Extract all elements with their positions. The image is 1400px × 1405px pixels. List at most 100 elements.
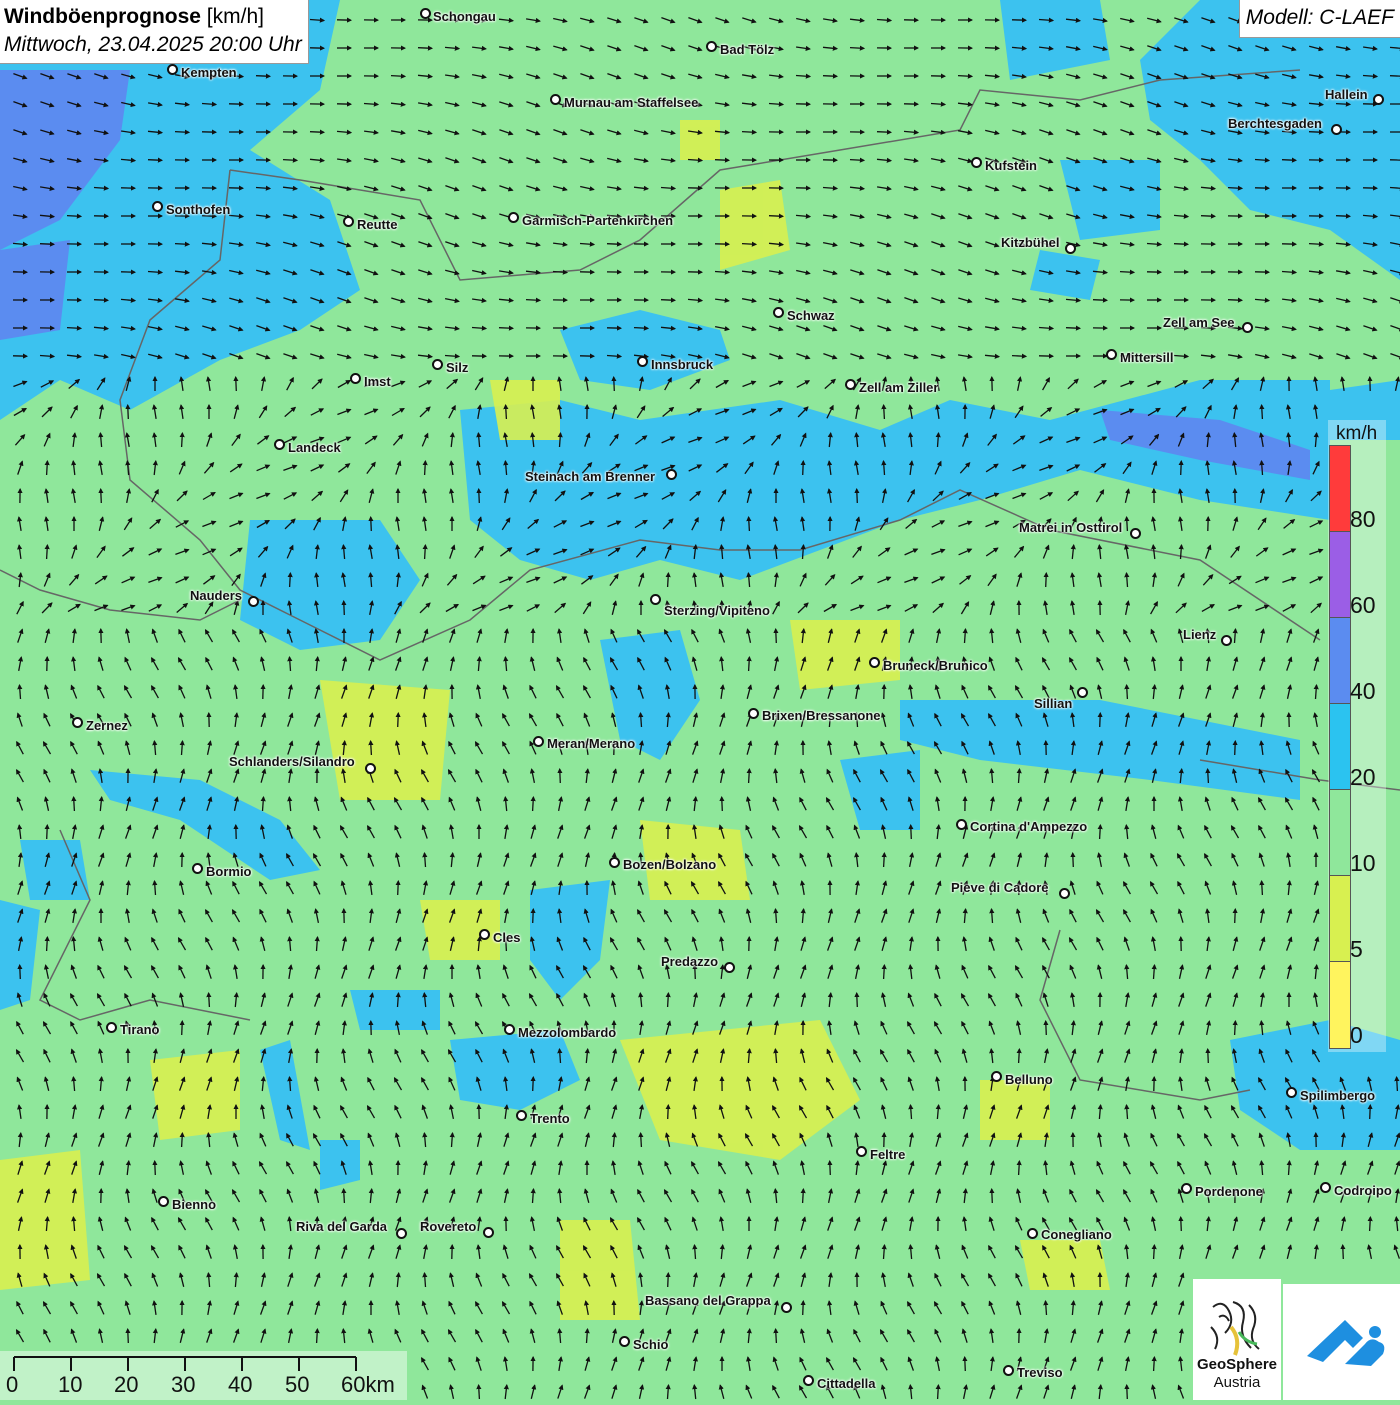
wind-arrow xyxy=(803,1189,804,1203)
wind-arrow xyxy=(1127,1385,1128,1399)
city-label: Meran/Merano xyxy=(547,736,635,751)
city-label: Codroipo xyxy=(1334,1183,1392,1198)
city-marker xyxy=(706,41,717,52)
wind-arrow xyxy=(641,1133,642,1147)
wind-arrow xyxy=(877,132,891,133)
city-marker xyxy=(1003,1365,1014,1376)
wind-arrow xyxy=(283,160,297,161)
city-marker xyxy=(533,736,544,747)
city-marker xyxy=(609,857,620,868)
wind-arrow xyxy=(1046,573,1047,587)
city-label: Kitzbühel xyxy=(1001,235,1060,250)
wind-arrow xyxy=(742,132,756,133)
model-label: Modell: C-LAEF xyxy=(1239,0,1400,38)
city-label: Brixen/Bressanone xyxy=(762,708,881,723)
wind-arrow xyxy=(607,244,621,245)
wind-arrow xyxy=(533,1077,534,1091)
city-label: Reutte xyxy=(357,217,397,232)
wind-arrow xyxy=(661,300,675,301)
wind-arrow xyxy=(1201,216,1215,217)
wind-arrow xyxy=(823,76,837,77)
wind-arrow xyxy=(47,937,48,951)
weather-app-logo[interactable] xyxy=(1283,1284,1400,1400)
wind-arrow xyxy=(182,1133,183,1147)
scale-label: 60km xyxy=(341,1372,395,1398)
scale-label: 40 xyxy=(228,1372,252,1398)
legend-tick-label: 20 xyxy=(1350,764,1376,791)
wind-arrow xyxy=(1066,328,1080,329)
city-label: Predazzo xyxy=(661,954,718,969)
wind-arrow xyxy=(533,797,534,811)
wind-arrow xyxy=(1343,1245,1344,1259)
city-marker xyxy=(479,929,490,940)
scale-label: 30 xyxy=(171,1372,195,1398)
city-label: Sonthofen xyxy=(166,202,230,217)
city-label: Pieve di Cadore xyxy=(951,880,1049,895)
city-marker xyxy=(956,819,967,830)
wind-arrow xyxy=(911,825,912,839)
wind-arrow xyxy=(256,76,270,77)
wind-arrow xyxy=(715,160,729,161)
geosphere-logo-icon xyxy=(1193,1287,1281,1367)
wind-arrow xyxy=(175,132,189,133)
wind-arrow xyxy=(128,1329,129,1343)
city-marker xyxy=(420,8,431,19)
legend-swatch xyxy=(1330,532,1350,618)
city-marker xyxy=(72,717,83,728)
city-marker xyxy=(1331,124,1342,135)
city-label: Riva del Garda xyxy=(296,1219,387,1234)
city-label: Matrei in Osttirol xyxy=(1019,520,1122,535)
city-marker xyxy=(856,1146,867,1157)
scale-label: 10 xyxy=(58,1372,82,1398)
city-label: Nauders xyxy=(190,588,242,603)
wind-arrow xyxy=(803,1301,804,1315)
city-label: Schio xyxy=(633,1337,668,1352)
city-marker xyxy=(343,216,354,227)
city-marker xyxy=(106,1022,117,1033)
wind-arrow xyxy=(526,300,540,301)
wind-arrow xyxy=(1370,1105,1371,1119)
wind-arrow xyxy=(1397,1077,1398,1091)
title-text: Windböenprognose xyxy=(4,5,201,28)
city-label: Imst xyxy=(364,374,391,389)
city-marker xyxy=(516,1110,527,1121)
wind-arrow xyxy=(1154,1357,1155,1371)
wind-arrow xyxy=(1127,685,1128,699)
wind-arrow xyxy=(94,300,108,301)
city-label: Tirano xyxy=(120,1022,160,1037)
wind-arrow xyxy=(425,545,426,559)
wind-arrow xyxy=(1181,461,1182,475)
city-marker xyxy=(724,962,735,973)
wind-arrow xyxy=(668,993,669,1007)
city-label: Lienz xyxy=(1183,627,1216,642)
city-marker xyxy=(1059,888,1070,899)
city-marker xyxy=(1242,322,1253,333)
legend-unit: km/h xyxy=(1336,423,1377,445)
wind-arrow xyxy=(479,489,480,503)
wind-arrow xyxy=(634,328,648,329)
city-marker xyxy=(483,1227,494,1238)
city-label: Spilimbergo xyxy=(1300,1088,1375,1103)
wind-arrow xyxy=(1235,741,1236,755)
wind-arrow xyxy=(1235,1021,1236,1035)
wind-arrow xyxy=(668,1105,669,1119)
city-marker xyxy=(192,863,203,874)
city-marker xyxy=(773,307,784,318)
city-marker xyxy=(1221,635,1232,646)
wind-arrow xyxy=(1100,825,1101,839)
city-label: Trento xyxy=(530,1111,570,1126)
city-label: Innsbruck xyxy=(651,357,713,372)
wind-arrow xyxy=(1181,1217,1182,1231)
city-label: Conegliano xyxy=(1041,1227,1112,1242)
wind-arrow xyxy=(1154,1245,1155,1259)
city-label: Sillian xyxy=(1034,696,1072,711)
city-label: Bruneck/Brunico xyxy=(883,658,988,673)
wind-arrow xyxy=(101,489,102,503)
city-label: Bad Tölz xyxy=(720,42,774,57)
wind-arrow xyxy=(1235,909,1236,923)
geosphere-logo[interactable]: GeoSphere Austria xyxy=(1193,1279,1281,1400)
wind-arrow xyxy=(128,405,129,419)
city-marker xyxy=(504,1024,515,1035)
city-label: Hallein xyxy=(1325,87,1368,102)
wind-arrow xyxy=(1046,1021,1047,1035)
